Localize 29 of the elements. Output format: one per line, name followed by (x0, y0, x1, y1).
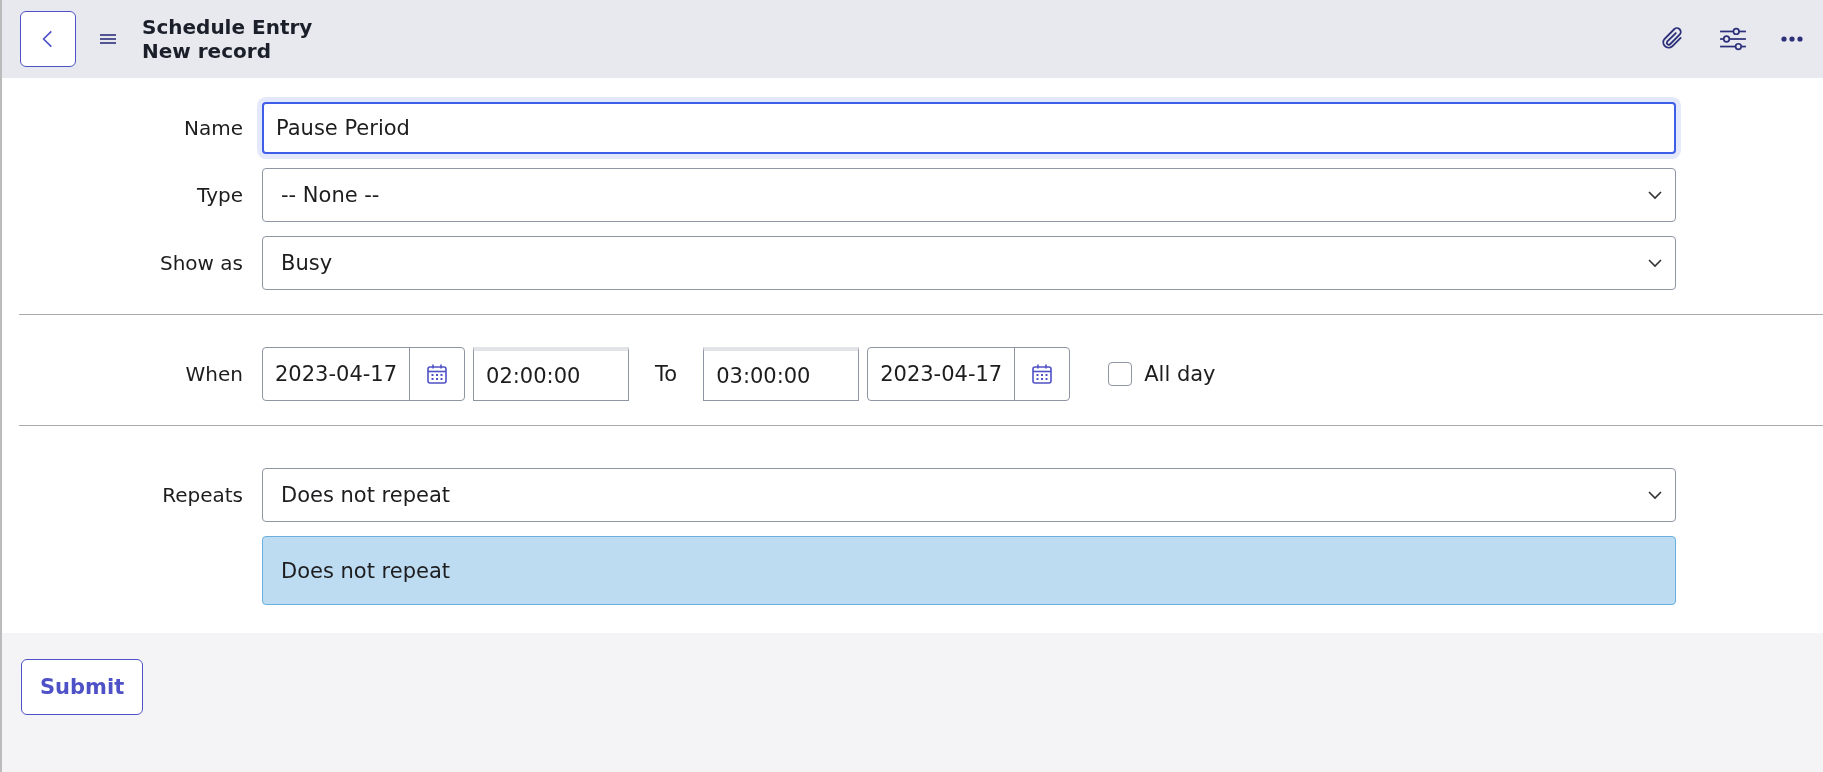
date-field[interactable]: 2023-04-17 (867, 347, 1071, 401)
dropdown[interactable]: -- None -- (262, 168, 1676, 222)
field-label: Name (183, 116, 244, 140)
back-button[interactable] (20, 11, 76, 67)
dropdown[interactable]: Does not repeat (262, 468, 1676, 522)
date-field[interactable]: 2023-04-17 (262, 347, 466, 401)
text-field[interactable]: Pause Period (262, 102, 1676, 154)
to-label: To (655, 362, 678, 386)
form-subtitle: New record (142, 39, 272, 63)
paperclip-icon (1659, 26, 1685, 52)
chevron-down-icon (1647, 258, 1663, 268)
sliders-icon (1719, 27, 1747, 51)
more-icon (1781, 36, 1803, 42)
calendar-icon (425, 362, 450, 386)
field-label: When (184, 362, 244, 386)
checkbox[interactable] (1108, 362, 1133, 386)
field-label: Show as (159, 251, 244, 275)
time-field[interactable]: 03:00:00 (703, 347, 860, 401)
submit-button[interactable]: Submit (21, 659, 144, 715)
chevron-down-icon (1647, 190, 1663, 200)
field-label: Type (196, 183, 244, 207)
checkbox-label: All day (1144, 362, 1216, 386)
calendar-icon (1030, 362, 1055, 386)
field-label: Repeats (161, 483, 244, 507)
form-title: Schedule Entry (142, 15, 313, 39)
repeat-summary: Does not repeat (262, 536, 1676, 605)
chevron-down-icon (1647, 490, 1663, 500)
dropdown[interactable]: Busy (262, 236, 1676, 290)
time-field[interactable]: 02:00:00 (473, 347, 630, 401)
